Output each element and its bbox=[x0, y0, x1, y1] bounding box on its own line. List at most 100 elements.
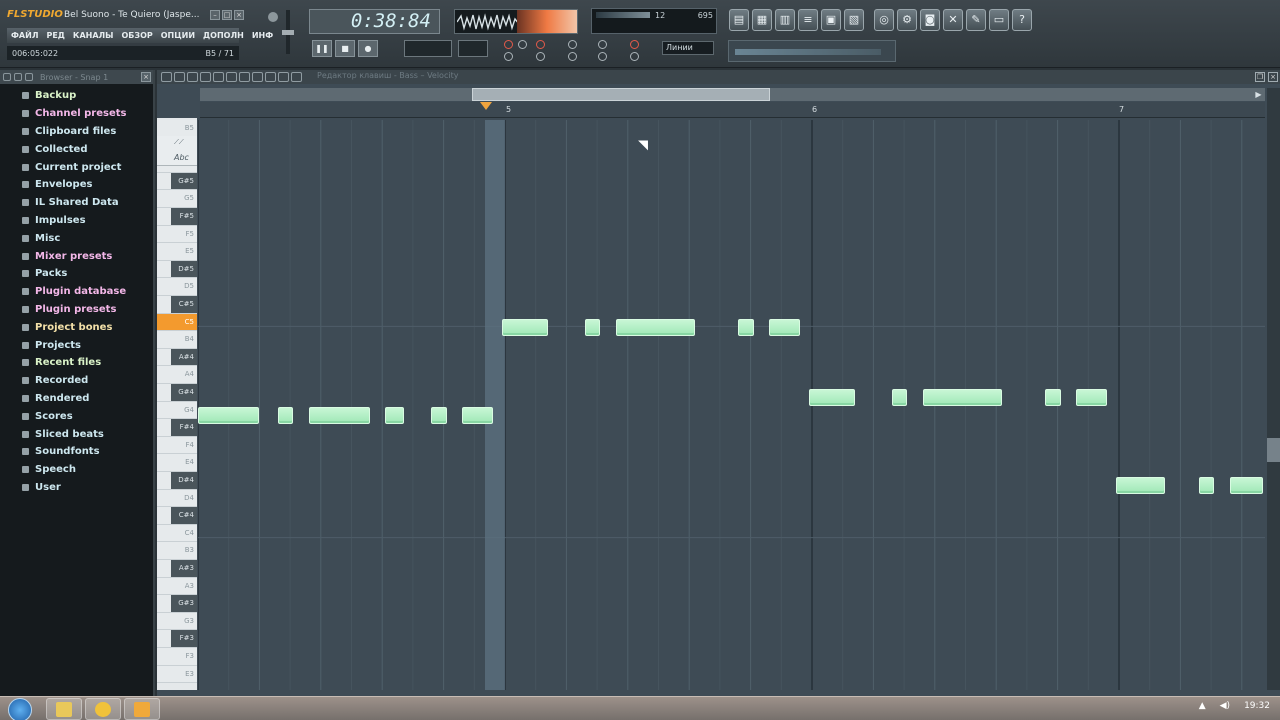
menu-options[interactable]: ОПЦИИ bbox=[161, 31, 195, 40]
master-pitch-slider[interactable] bbox=[282, 10, 294, 54]
piano-key[interactable]: F#5 bbox=[157, 208, 197, 226]
time-ruler[interactable]: 5 6 7 bbox=[200, 102, 1265, 118]
browser-item[interactable]: Recorded bbox=[0, 372, 153, 390]
note[interactable] bbox=[308, 406, 370, 424]
piano-key[interactable]: G3 bbox=[157, 612, 197, 631]
browser-item[interactable]: User bbox=[0, 479, 153, 497]
volume-icon[interactable]: ◀) bbox=[1220, 701, 1230, 711]
menu-view[interactable]: ОБЗОР bbox=[121, 31, 152, 40]
piano-key[interactable]: F#4 bbox=[157, 419, 197, 437]
piano-key[interactable]: C4 bbox=[157, 524, 197, 543]
minimize-button[interactable]: – bbox=[210, 10, 220, 20]
piano-key[interactable]: D5 bbox=[157, 278, 197, 296]
loop-record-icon[interactable] bbox=[504, 52, 513, 61]
menu-edit[interactable]: РЕД bbox=[46, 31, 64, 40]
vertical-scroll-thumb[interactable] bbox=[1267, 438, 1280, 462]
multilink-icon[interactable] bbox=[568, 52, 577, 61]
browser-item[interactable]: Sliced beats bbox=[0, 425, 153, 443]
close-piano-roll-button[interactable]: × bbox=[1268, 72, 1278, 82]
browser-item[interactable]: Clipboard files bbox=[0, 123, 153, 141]
note[interactable] bbox=[462, 406, 493, 424]
browser-item[interactable]: Collected bbox=[0, 140, 153, 158]
master-volume-knob[interactable] bbox=[268, 12, 278, 22]
note[interactable] bbox=[431, 406, 447, 424]
piano-key[interactable]: E4 bbox=[157, 454, 197, 472]
browser-item[interactable]: Packs bbox=[0, 265, 153, 283]
note[interactable] bbox=[891, 389, 908, 406]
piano-key[interactable]: G#4 bbox=[157, 384, 197, 402]
typing-keyboard-icon[interactable] bbox=[630, 40, 639, 49]
render-icon[interactable]: ⚙ bbox=[897, 9, 917, 31]
start-button[interactable] bbox=[8, 698, 32, 720]
piano-key[interactable]: G#3 bbox=[157, 595, 197, 613]
piano-key[interactable]: A#3 bbox=[157, 560, 197, 578]
piano-key[interactable]: G5 bbox=[157, 190, 197, 208]
note[interactable] bbox=[501, 318, 548, 336]
browser-menu-icon[interactable] bbox=[3, 73, 11, 81]
restore-button[interactable]: ❐ bbox=[1255, 72, 1265, 82]
horizontal-scroll-thumb[interactable] bbox=[472, 88, 770, 101]
browser-item[interactable]: Scores bbox=[0, 407, 153, 425]
slider-handle[interactable] bbox=[282, 30, 294, 35]
record-toggle-icon[interactable] bbox=[504, 40, 513, 49]
taskbar-app-explorer[interactable] bbox=[46, 698, 82, 720]
pause-button[interactable]: ❚❚ bbox=[312, 40, 332, 57]
menu-file[interactable]: ФАЙЛ bbox=[11, 31, 38, 40]
note[interactable] bbox=[584, 318, 601, 336]
tray-expand-icon[interactable]: ▲ bbox=[1199, 701, 1206, 711]
mute-tool-icon[interactable] bbox=[239, 72, 250, 82]
browser-item[interactable]: Envelopes bbox=[0, 176, 153, 194]
piano-key[interactable]: C#4 bbox=[157, 507, 197, 525]
piano-roll-menu-icon[interactable] bbox=[161, 72, 172, 82]
browser-item[interactable]: Project bones bbox=[0, 318, 153, 336]
playlist-icon[interactable]: ▤ bbox=[729, 9, 749, 31]
piano-key[interactable]: A3 bbox=[157, 577, 197, 596]
browser-item[interactable]: Backup bbox=[0, 87, 153, 105]
effects-icon[interactable]: ✕ bbox=[943, 9, 963, 31]
stop-button[interactable]: ■ bbox=[335, 40, 355, 57]
scroll-right-arrow[interactable]: ▶ bbox=[1252, 88, 1265, 101]
piano-key[interactable]: A#4 bbox=[157, 348, 197, 367]
brush-icon[interactable] bbox=[213, 72, 224, 82]
browser-item[interactable]: Recent files bbox=[0, 354, 153, 372]
countdown-icon[interactable] bbox=[568, 40, 577, 49]
delete-tool-icon[interactable] bbox=[226, 72, 237, 82]
close-button[interactable]: × bbox=[234, 10, 244, 20]
key-label-toggle[interactable]: Abc bbox=[174, 153, 189, 162]
note[interactable] bbox=[738, 318, 754, 336]
browser-item[interactable]: Soundfonts bbox=[0, 443, 153, 461]
mixer-icon[interactable]: ≡ bbox=[798, 9, 818, 31]
piano-key[interactable]: C5 bbox=[157, 313, 197, 332]
note[interactable] bbox=[198, 406, 260, 424]
browser-item[interactable]: Plugin presets bbox=[0, 301, 153, 319]
event-control-label[interactable]: Velocity bbox=[427, 71, 458, 80]
piano-keyboard[interactable]: ⟋⟋ Abc B5A#5A5G#5G5F#5F5E5D#5D5C#5C5B4A#… bbox=[157, 118, 197, 690]
magnet-icon[interactable] bbox=[174, 72, 185, 82]
speaker-icon[interactable] bbox=[291, 72, 302, 82]
piano-key[interactable]: A4 bbox=[157, 366, 197, 384]
browser-close-button[interactable]: × bbox=[141, 72, 151, 82]
note-grid[interactable] bbox=[198, 120, 1265, 690]
plugin-icon[interactable]: ◙ bbox=[920, 9, 940, 31]
note[interactable] bbox=[808, 389, 855, 406]
browser-item[interactable]: Projects bbox=[0, 336, 153, 354]
piano-key[interactable]: E5 bbox=[157, 243, 197, 261]
maximize-button[interactable]: □ bbox=[222, 10, 232, 20]
note[interactable] bbox=[922, 389, 1003, 406]
browser-item[interactable]: Impulses bbox=[0, 212, 153, 230]
piano-key[interactable]: D4 bbox=[157, 489, 197, 508]
taskbar-app-norton[interactable] bbox=[85, 698, 121, 720]
draw-mode-icon[interactable]: ⟋⟋ bbox=[174, 138, 184, 147]
playback-icon[interactable] bbox=[187, 72, 198, 82]
pattern-mode-icon[interactable] bbox=[630, 52, 639, 61]
menu-help[interactable]: ИНФ bbox=[252, 31, 273, 40]
clock[interactable]: 19:32 bbox=[1244, 701, 1270, 711]
browser-item[interactable]: Rendered bbox=[0, 390, 153, 408]
piano-key[interactable]: D#4 bbox=[157, 472, 197, 490]
blend-notes-icon[interactable] bbox=[536, 52, 545, 61]
help-icon[interactable]: ? bbox=[1012, 9, 1032, 31]
menu-tools[interactable]: ДОПОЛН bbox=[203, 31, 244, 40]
notes-icon[interactable]: ▭ bbox=[989, 9, 1009, 31]
browser-item[interactable]: IL Shared Data bbox=[0, 194, 153, 212]
select-icon[interactable] bbox=[265, 72, 276, 82]
